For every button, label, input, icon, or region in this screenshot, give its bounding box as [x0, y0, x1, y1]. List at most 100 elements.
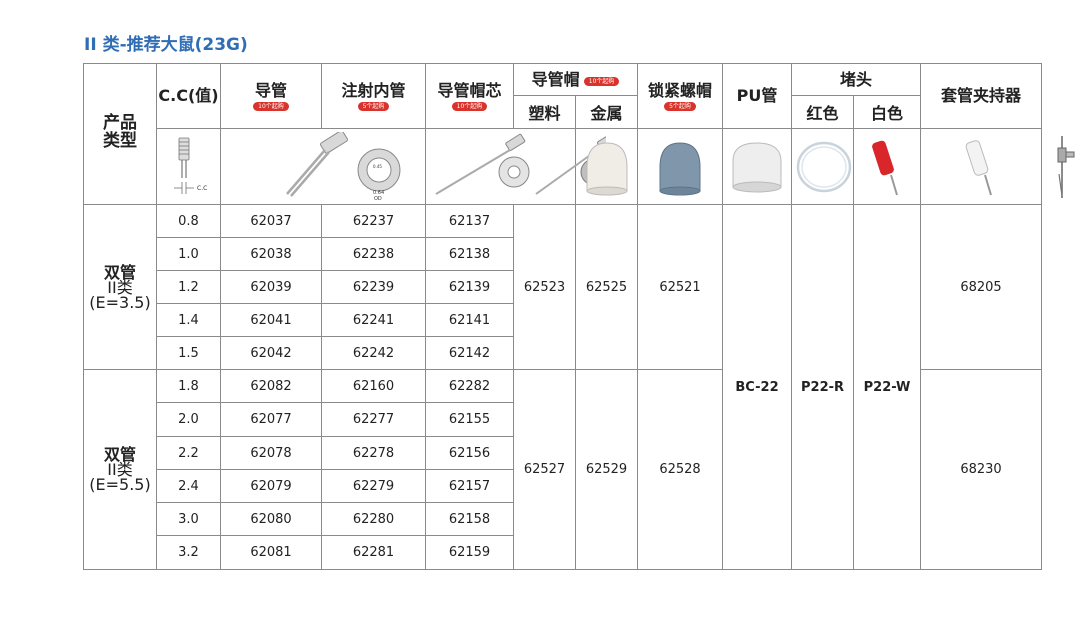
- cap-badge: 10个起购: [583, 76, 620, 86]
- inner-code: 62280: [321, 502, 426, 536]
- inner-code: 62279: [321, 469, 426, 503]
- core-code: 62138: [425, 237, 514, 271]
- inner-header: 注射内管 5个起购: [321, 62, 426, 130]
- plug-red-image: [853, 128, 922, 205]
- guide-image: 0.45 0.64 OD: [220, 128, 426, 205]
- inner-code: 62237: [321, 204, 426, 238]
- cc-diagram: C.C: [156, 128, 221, 205]
- guide-code: 62039: [220, 270, 322, 304]
- cc-diagram-icon: C.C: [173, 137, 207, 194]
- pu-header-label: PU管: [736, 86, 778, 106]
- guide-code: 62082: [220, 369, 322, 403]
- holder-code-1: 68205: [920, 204, 1043, 370]
- cc-value: 1.4: [156, 303, 221, 337]
- cap-plastic-code-1: 62523: [513, 204, 576, 370]
- cap-metal-code-2: 62529: [574, 369, 639, 570]
- plastic-cap-icon: [586, 142, 627, 196]
- pu-tube-icon: [796, 141, 852, 192]
- lock-code-2: 62528: [637, 369, 724, 570]
- inner-code: 62160: [321, 369, 426, 403]
- pu-header: PU管: [722, 62, 793, 130]
- plug-white-image: [920, 128, 1043, 205]
- plug-header-label: 堵头: [840, 69, 873, 89]
- plug-white-header: 白色: [853, 95, 922, 130]
- core-code: 62282: [425, 369, 514, 403]
- svg-text:0.45: 0.45: [373, 164, 382, 169]
- core-code: 62142: [425, 336, 514, 370]
- cap-metal-header: 金属: [574, 95, 639, 130]
- core-code: 62159: [425, 535, 514, 570]
- cc-mark-label: C.C: [197, 185, 207, 192]
- cap-metal-code-1: 62525: [574, 204, 639, 370]
- cc-header-label: C.C(值): [158, 86, 219, 106]
- inner-code: 62241: [321, 303, 426, 337]
- cap-header: 导管帽 10个起购: [512, 62, 639, 97]
- cap-metal-label: 金属: [590, 104, 623, 124]
- cap-core-badge: 10个起购: [451, 101, 488, 111]
- core-code: 62139: [425, 270, 514, 304]
- cap-plastic-label: 塑料: [528, 104, 561, 124]
- inner-header-label: 注射内管: [341, 80, 406, 100]
- cap-header-label: 导管帽: [531, 69, 580, 89]
- lock-cap-image: [722, 128, 793, 205]
- lock-header: 锁紧螺帽 5个起购: [637, 62, 724, 130]
- pu-code: BC-22: [722, 204, 793, 570]
- inner-code: 62277: [321, 402, 426, 437]
- cc-value: 2.2: [156, 436, 221, 470]
- core-code: 62158: [425, 502, 514, 536]
- product-type-header: 产品类型: [83, 63, 157, 205]
- cc-value: 3.0: [156, 502, 221, 536]
- guide-code: 62080: [220, 502, 322, 536]
- inner-code: 62239: [321, 270, 426, 304]
- guide-code: 62041: [220, 303, 322, 337]
- pu-tube-image: [791, 128, 855, 205]
- guide-code: 62081: [220, 535, 322, 570]
- guide-header-label: 导管: [254, 80, 287, 100]
- plug-red-header: 红色: [791, 95, 855, 130]
- product-type-label: 产品类型: [103, 113, 137, 151]
- cap-core-header-label: 导管帽芯: [437, 80, 502, 100]
- cc-value: 3.2: [156, 535, 221, 570]
- lock-badge: 5个起购: [664, 101, 696, 111]
- inner-code: 62242: [321, 336, 426, 370]
- core-code: 62156: [425, 436, 514, 470]
- cc-value: 0.8: [156, 204, 221, 238]
- guide-code: 62077: [220, 402, 322, 437]
- lock-code-1: 62521: [637, 204, 724, 370]
- holder-icon: [1057, 135, 1075, 198]
- group-1-label: 双管 II类 (E=3.5): [83, 204, 157, 370]
- cc-header: C.C(值): [156, 62, 221, 130]
- group-2-e: (E=5.5): [89, 475, 151, 494]
- cc-value: 2.0: [156, 402, 221, 437]
- holder-code-2: 68230: [920, 369, 1043, 570]
- holder-header: 套管夹持器: [920, 62, 1043, 130]
- cap-metal-image: [637, 128, 724, 205]
- red-plug-icon: [872, 140, 898, 196]
- inner-code: 62281: [321, 535, 426, 570]
- inner-code: 62278: [321, 436, 426, 470]
- cc-value: 1.5: [156, 336, 221, 370]
- plug-white-code: P22-W: [853, 204, 922, 570]
- inner-badge: 5个起购: [357, 101, 390, 111]
- cap-core-header: 导管帽芯 10个起购: [425, 62, 514, 130]
- cap-plastic-header: 塑料: [513, 95, 576, 130]
- guide-code: 62079: [220, 469, 322, 503]
- metal-cap-icon: [659, 142, 701, 196]
- plug-red-label: 红色: [806, 104, 839, 124]
- cc-value: 1.0: [156, 237, 221, 271]
- plug-white-label: 白色: [871, 104, 904, 124]
- holder-header-label: 套管夹持器: [941, 86, 1022, 106]
- plug-header: 堵头: [791, 62, 922, 97]
- group-2-label: 双管 II类 (E=5.5): [83, 369, 157, 570]
- group-1-e: (E=3.5): [89, 292, 151, 312]
- cc-value: 1.8: [156, 369, 221, 403]
- plug-red-code: P22-R: [791, 204, 855, 570]
- cap-plastic-code-2: 62527: [513, 369, 576, 570]
- guide-code: 62038: [220, 237, 322, 271]
- lock-header-label: 锁紧螺帽: [648, 80, 713, 100]
- guide-code: 62042: [220, 336, 322, 370]
- lock-cap-icon: [732, 142, 782, 193]
- guide-cannula-icon: 0.45 0.64 OD: [286, 131, 401, 202]
- core-code: 62157: [425, 469, 514, 503]
- inner-image: [425, 128, 606, 205]
